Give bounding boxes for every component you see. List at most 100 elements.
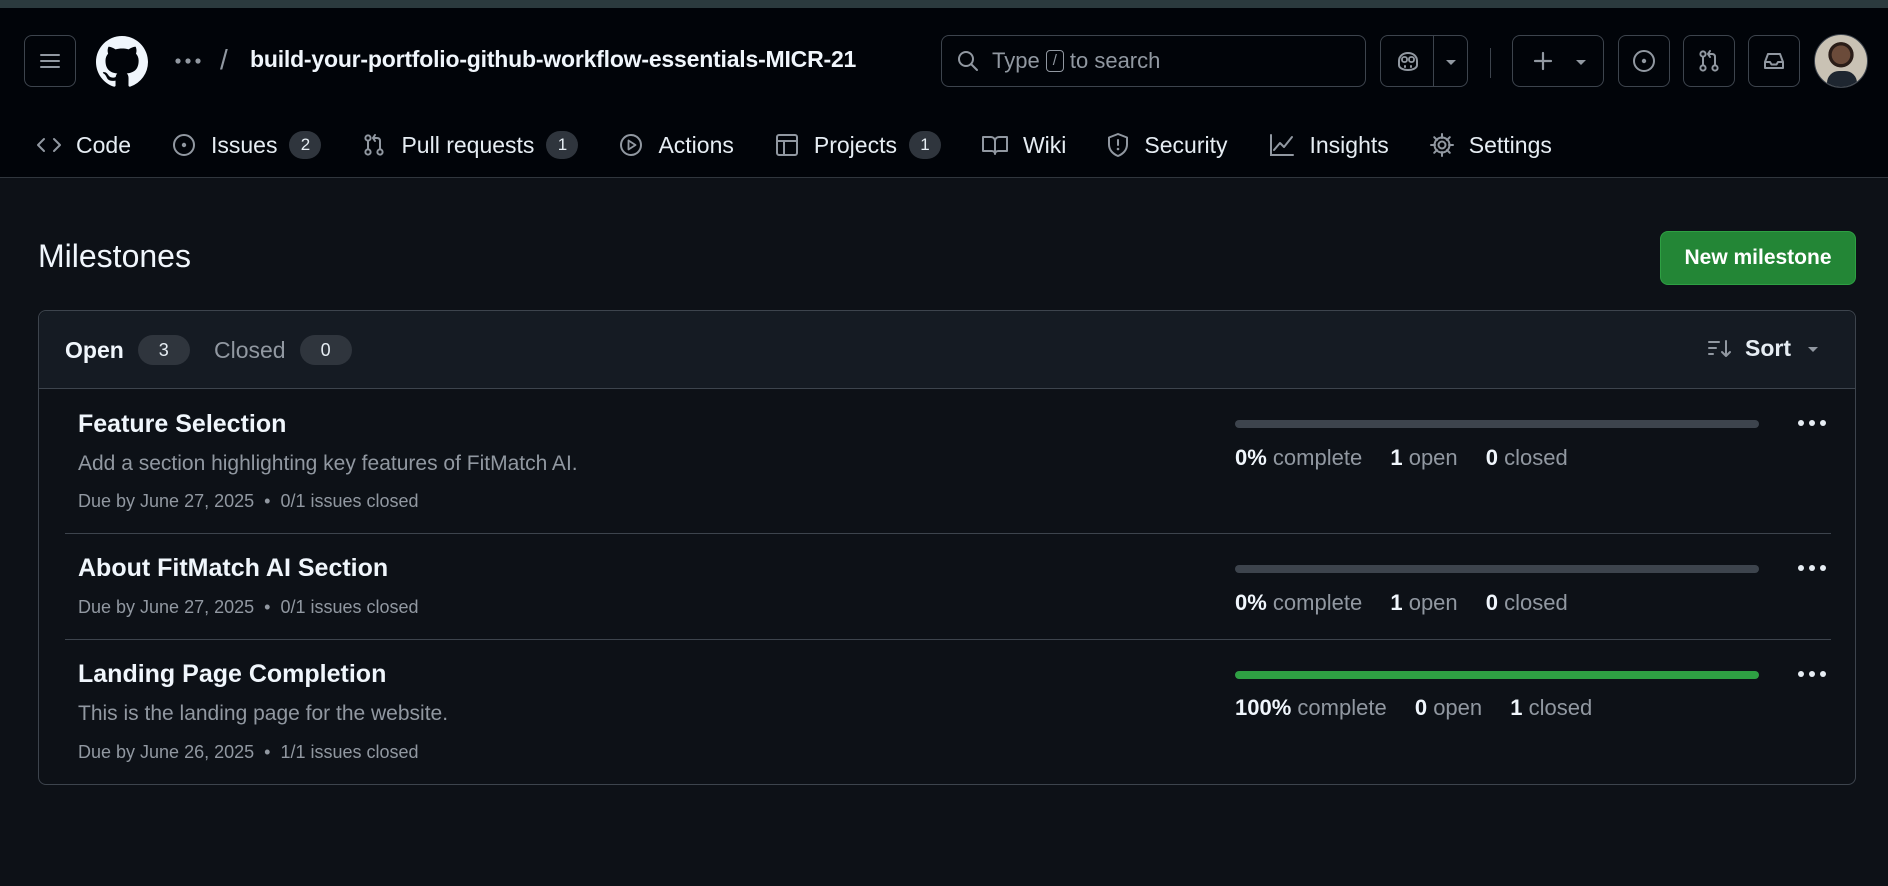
code-icon: [37, 138, 61, 152]
repo-nav-tabs: Code Issues 2 Pull requests 1 Actions Pr…: [36, 120, 1592, 170]
tab-security[interactable]: Security: [1106, 131, 1228, 159]
milestone-title-link[interactable]: Landing Page Completion: [78, 660, 386, 689]
notifications-inbox-button[interactable]: [1748, 35, 1800, 87]
search-input[interactable]: Type / to search: [941, 35, 1366, 87]
milestone-progress-bar: [1235, 565, 1759, 573]
sort-dropdown[interactable]: Sort: [1707, 335, 1833, 362]
repo-name-link[interactable]: build-your-portfolio-github-workflow-ess…: [250, 46, 856, 73]
tab-pull-requests-label: Pull requests: [401, 131, 535, 158]
tab-wiki[interactable]: Wiki: [981, 132, 1066, 159]
milestone-open-count: 1: [1390, 445, 1403, 470]
tab-issues[interactable]: Issues 2: [171, 131, 322, 159]
milestone-open-count: 0: [1414, 695, 1428, 720]
tab-settings-label: Settings: [1468, 131, 1552, 158]
milestone-closed-count: 0: [1485, 445, 1499, 470]
git-pull-request-icon: [1699, 50, 1719, 72]
filter-closed[interactable]: Closed 0: [214, 335, 352, 365]
tab-issues-label: Issues: [210, 131, 278, 158]
milestone-meta: Due by June 27, 2025 • 0/1 issues closed: [78, 597, 419, 618]
milestone-stats: 100% complete 0 open 1 closed: [1235, 695, 1614, 721]
milestone-issues-closed: 1/1 issues closed: [280, 742, 419, 762]
milestone-options-button[interactable]: [1795, 558, 1829, 578]
shield-icon: [1108, 133, 1129, 157]
milestone-title-link[interactable]: About FitMatch AI Section: [78, 554, 388, 583]
milestone-percent: 0%: [1235, 590, 1267, 615]
plus-icon: [1533, 51, 1553, 71]
your-pull-requests-button[interactable]: [1683, 35, 1735, 87]
milestone-meta: Due by June 26, 2025 • 1/1 issues closed: [78, 742, 419, 763]
page-title: Milestones: [38, 238, 191, 274]
copilot-button[interactable]: [1380, 35, 1468, 87]
milestone-open-label: open: [1433, 695, 1483, 720]
meta-bullet: •: [264, 597, 271, 617]
header-separator: [1490, 48, 1491, 78]
tab-projects[interactable]: Projects 1: [774, 131, 941, 159]
gear-icon: [1429, 133, 1454, 157]
search-placeholder-prefix: Type: [992, 48, 1040, 73]
search-icon: [958, 51, 978, 71]
milestone-stats: 0% complete 1 open 0 closed: [1235, 590, 1590, 616]
repo-header: / build-your-portfolio-github-workflow-e…: [0, 8, 1888, 178]
tab-projects-label: Projects: [813, 131, 897, 158]
milestones-list-header: Open 3 Closed 0 Sort: [39, 311, 1855, 389]
milestone-row: Landing Page Completion This is the land…: [65, 640, 1831, 785]
milestone-meta: Due by June 27, 2025 • 0/1 issues closed: [78, 491, 419, 512]
meta-bullet: •: [264, 742, 271, 762]
meta-bullet: •: [264, 491, 271, 511]
milestone-due-date: Due by June 27, 2025: [78, 491, 255, 511]
tab-insights-label: Insights: [1309, 131, 1389, 158]
table-icon: [775, 134, 798, 156]
filter-open[interactable]: Open 3: [65, 335, 190, 365]
inbox-icon: [1764, 53, 1784, 69]
milestone-description: Add a section highlighting key features …: [78, 452, 578, 475]
tab-wiki-label: Wiki: [1022, 131, 1067, 158]
chevron-down-icon: [1576, 60, 1586, 65]
milestone-open-count: 1: [1390, 590, 1403, 615]
breadcrumb-more-button[interactable]: [173, 50, 203, 72]
milestone-options-button[interactable]: [1795, 413, 1829, 433]
github-logo-icon[interactable]: [96, 36, 148, 88]
tab-code-label: Code: [76, 131, 131, 158]
tab-settings[interactable]: Settings: [1429, 132, 1552, 159]
milestone-progress-fill: [1235, 671, 1759, 679]
tab-actions-label: Actions: [658, 131, 734, 158]
milestone-row: About FitMatch AI Section Due by June 27…: [65, 534, 1831, 640]
tab-projects-count: 1: [908, 131, 941, 159]
new-milestone-button[interactable]: New milestone: [1660, 231, 1856, 285]
avatar-figure: [1827, 71, 1857, 87]
tab-insights[interactable]: Insights: [1268, 132, 1389, 159]
sort-desc-icon: [1708, 339, 1731, 357]
milestone-options-button[interactable]: [1795, 664, 1829, 684]
milestone-complete-label: complete: [1272, 590, 1363, 615]
milestone-complete-label: complete: [1272, 445, 1363, 470]
tab-issues-count: 2: [289, 131, 322, 159]
copilot-divider: [1433, 36, 1434, 86]
your-issues-button[interactable]: [1618, 35, 1670, 87]
breadcrumb-separator: /: [220, 44, 228, 75]
tab-security-label: Security: [1144, 131, 1228, 158]
tab-pull-requests[interactable]: Pull requests 1: [361, 131, 579, 159]
search-shortcut-key: /: [1045, 50, 1064, 72]
kebab-horizontal-icon: [1798, 671, 1826, 677]
milestone-open-label: open: [1408, 445, 1458, 470]
chevron-down-icon[interactable]: [1443, 54, 1459, 70]
book-icon: [981, 136, 1008, 155]
milestone-open-label: open: [1408, 590, 1458, 615]
graph-icon: [1269, 134, 1294, 156]
milestone-closed-count: 0: [1485, 590, 1499, 615]
milestone-percent: 0%: [1235, 445, 1267, 470]
milestone-closed-label: closed: [1504, 445, 1568, 470]
milestone-stats: 0% complete 1 open 0 closed: [1235, 445, 1590, 471]
kebab-horizontal-icon: [1798, 420, 1826, 426]
user-avatar[interactable]: [1814, 34, 1868, 88]
tab-actions[interactable]: Actions: [618, 131, 734, 159]
ellipsis-icon: [175, 58, 201, 64]
sort-label: Sort: [1745, 335, 1791, 361]
hamburger-menu-button[interactable]: [24, 35, 76, 87]
milestone-closed-count: 1: [1510, 695, 1523, 720]
milestone-row: Feature Selection Add a section highligh…: [65, 389, 1831, 534]
create-new-button[interactable]: [1512, 35, 1604, 87]
milestone-title-link[interactable]: Feature Selection: [78, 410, 286, 439]
milestone-complete-label: complete: [1297, 695, 1387, 720]
tab-code[interactable]: Code: [36, 132, 131, 159]
